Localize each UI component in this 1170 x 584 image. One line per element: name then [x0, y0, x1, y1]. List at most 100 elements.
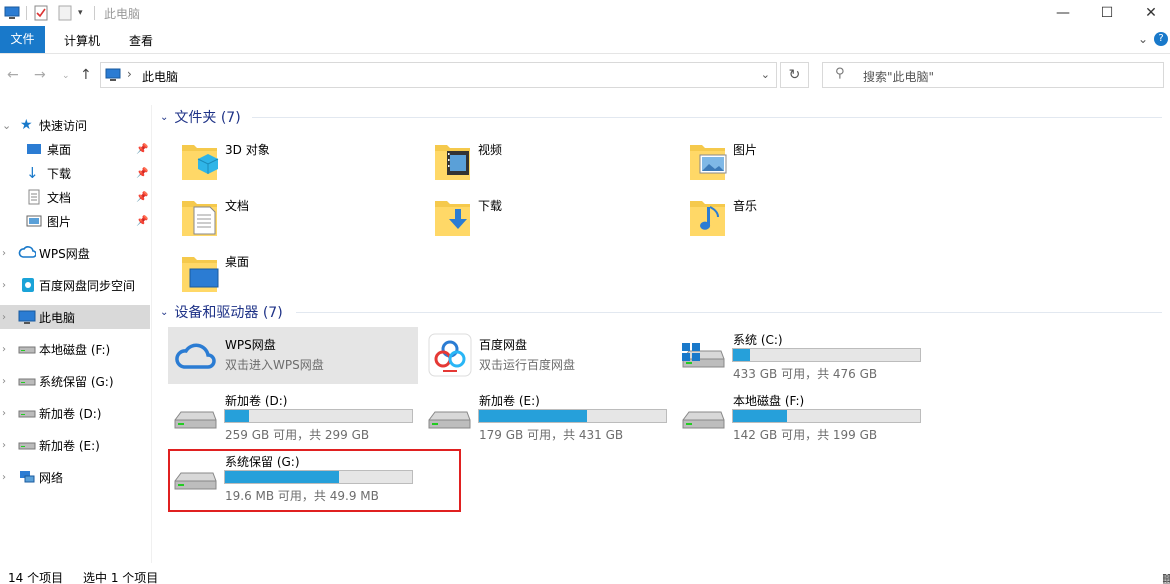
search-box[interactable]: ⚲ 搜索"此电脑": [822, 62, 1164, 88]
star-icon: ★: [20, 117, 33, 133]
drive-icon: [18, 341, 36, 357]
expand-icon[interactable]: ›: [2, 376, 6, 387]
capacity-bar: [224, 409, 413, 423]
large-icons-view-icon[interactable]: ▦: [1162, 572, 1170, 584]
drive-f[interactable]: 本地磁盘 (F:) 142 GB 可用，共 199 GB: [676, 388, 926, 445]
navigation-bar: ← → ⌄ ↑ › 此电脑 ⌄ ↻ ⚲ 搜索"此电脑": [0, 55, 1170, 95]
breadcrumb-this-pc[interactable]: 此电脑: [142, 68, 178, 85]
close-button[interactable]: ✕: [1128, 0, 1170, 26]
pictures-folder-icon: [690, 145, 727, 180]
maximize-button[interactable]: ☐: [1084, 0, 1130, 26]
cloud-wps[interactable]: WPS网盘 双击进入WPS网盘: [168, 327, 418, 384]
collapse-icon[interactable]: ⌄: [160, 112, 168, 123]
address-bar[interactable]: › 此电脑 ⌄: [100, 62, 777, 88]
address-dropdown-icon[interactable]: ⌄: [761, 68, 770, 81]
sidebar-item-drive-f[interactable]: › 本地磁盘 (F:): [0, 337, 150, 361]
recent-locations-icon[interactable]: ⌄: [62, 71, 70, 81]
expand-icon[interactable]: ›: [2, 312, 6, 323]
drive-icon: [428, 411, 471, 429]
drive-icon: [682, 411, 725, 429]
ribbon: 文件 计算机 查看 ⌄ ?: [0, 26, 1170, 54]
search-input[interactable]: 搜索"此电脑": [863, 68, 934, 85]
folder-pictures[interactable]: 图片: [688, 137, 928, 189]
documents-folder-icon: [182, 201, 217, 236]
pin-icon[interactable]: 📌: [136, 144, 148, 155]
folder-documents[interactable]: 文档: [180, 193, 420, 245]
refresh-button[interactable]: ↻: [780, 62, 809, 88]
sidebar-item-downloads[interactable]: ↓ 下载 📌: [0, 161, 150, 185]
cloud-icon: [18, 245, 37, 261]
expand-ribbon-icon[interactable]: ⌄: [1138, 32, 1148, 46]
folders-section-title: 文件夹 (7): [174, 110, 241, 126]
sidebar-item-drive-e[interactable]: › 新加卷 (E:): [0, 433, 150, 457]
sidebar-item-pictures[interactable]: 图片 📌: [0, 209, 150, 233]
selected-count: 选中 1 个项目: [83, 571, 159, 584]
pin-icon[interactable]: 📌: [136, 168, 148, 179]
desktop-icon: [26, 141, 42, 157]
devices-section-header[interactable]: ⌄ 设备和驱动器 (7): [160, 302, 283, 322]
this-pc-icon: [18, 309, 36, 325]
expand-icon[interactable]: ›: [2, 472, 6, 483]
drive-c[interactable]: 系统 (C:) 433 GB 可用，共 476 GB: [676, 327, 926, 384]
drive-icon: [18, 373, 36, 389]
minimize-button[interactable]: —: [1040, 0, 1086, 26]
pin-icon[interactable]: 📌: [136, 216, 148, 227]
sidebar-item-drive-d[interactable]: › 新加卷 (D:): [0, 401, 150, 425]
drive-d[interactable]: 新加卷 (D:) 259 GB 可用，共 299 GB: [168, 388, 418, 445]
sidebar-item-this-pc[interactable]: › 此电脑: [0, 305, 150, 329]
folder-videos[interactable]: 视频: [433, 137, 673, 189]
expand-icon[interactable]: ›: [2, 440, 6, 451]
annotation-highlight-box: [168, 449, 461, 512]
expand-icon[interactable]: ›: [2, 344, 6, 355]
expand-icon[interactable]: ›: [2, 280, 6, 291]
collapse-icon[interactable]: ⌄: [2, 119, 11, 132]
up-icon[interactable]: ↑: [80, 67, 92, 83]
this-pc-icon: [105, 68, 121, 85]
drive-e[interactable]: 新加卷 (E:) 179 GB 可用，共 431 GB: [422, 388, 672, 445]
sidebar-item-network[interactable]: › 网络: [0, 465, 150, 489]
properties-icon[interactable]: [34, 4, 48, 22]
expand-icon[interactable]: ›: [2, 408, 6, 419]
navigation-pane: ⌄ ★ 快速访问 桌面 📌 ↓ 下载 📌 文档 📌 图片 📌 › WPS网盘 ›…: [0, 105, 152, 563]
windows-logo-icon: [682, 343, 700, 361]
new-folder-icon[interactable]: [58, 4, 72, 22]
capacity-bar: [732, 348, 921, 362]
forward-icon[interactable]: →: [34, 67, 46, 83]
sidebar-item-wps-cloud[interactable]: › WPS网盘: [0, 241, 150, 265]
folder-3d-objects[interactable]: 3D 对象: [180, 137, 420, 189]
sidebar-item-documents[interactable]: 文档 📌: [0, 185, 150, 209]
pin-icon[interactable]: 📌: [136, 192, 148, 203]
title-bar: ▾ 此电脑 — ☐ ✕: [0, 0, 1170, 26]
help-icon[interactable]: ?: [1154, 32, 1168, 46]
drive-icon: [18, 437, 36, 453]
folder-downloads[interactable]: 下载: [433, 193, 673, 245]
drive-icon: [174, 411, 217, 429]
folders-section-header[interactable]: ⌄ 文件夹 (7): [160, 107, 241, 127]
download-icon: ↓: [26, 164, 39, 182]
collapse-icon[interactable]: ⌄: [160, 307, 168, 318]
picture-icon: [26, 213, 42, 229]
tab-computer[interactable]: 计算机: [54, 29, 110, 54]
sidebar-item-desktop[interactable]: 桌面 📌: [0, 137, 150, 161]
video-folder-icon: [435, 145, 470, 180]
folder-desktop[interactable]: 桌面: [180, 249, 420, 301]
customize-toolbar-icon[interactable]: ▾: [78, 4, 83, 22]
window-title: 此电脑: [104, 7, 141, 21]
breadcrumb-separator-icon[interactable]: ›: [127, 67, 132, 81]
3d-objects-folder-icon: [182, 145, 219, 180]
search-icon: ⚲: [835, 66, 845, 81]
sidebar-item-baidu-sync[interactable]: › 百度网盘同步空间: [0, 273, 150, 297]
cloud-baidu[interactable]: 百度网盘 双击运行百度网盘: [422, 327, 672, 384]
sidebar-item-drive-g[interactable]: › 系统保留 (G:): [0, 369, 150, 393]
sidebar-item-quick-access[interactable]: ⌄ ★ 快速访问: [0, 113, 150, 137]
tab-view[interactable]: 查看: [120, 29, 162, 54]
downloads-folder-icon: [435, 201, 470, 236]
back-icon[interactable]: ←: [7, 67, 19, 83]
music-folder-icon: [690, 201, 725, 236]
section-divider: [296, 312, 1162, 313]
document-icon: [26, 189, 42, 205]
tab-file[interactable]: 文件: [0, 26, 45, 53]
computer-icon: [4, 4, 20, 22]
expand-icon[interactable]: ›: [2, 248, 6, 259]
folder-music[interactable]: 音乐: [688, 193, 928, 245]
